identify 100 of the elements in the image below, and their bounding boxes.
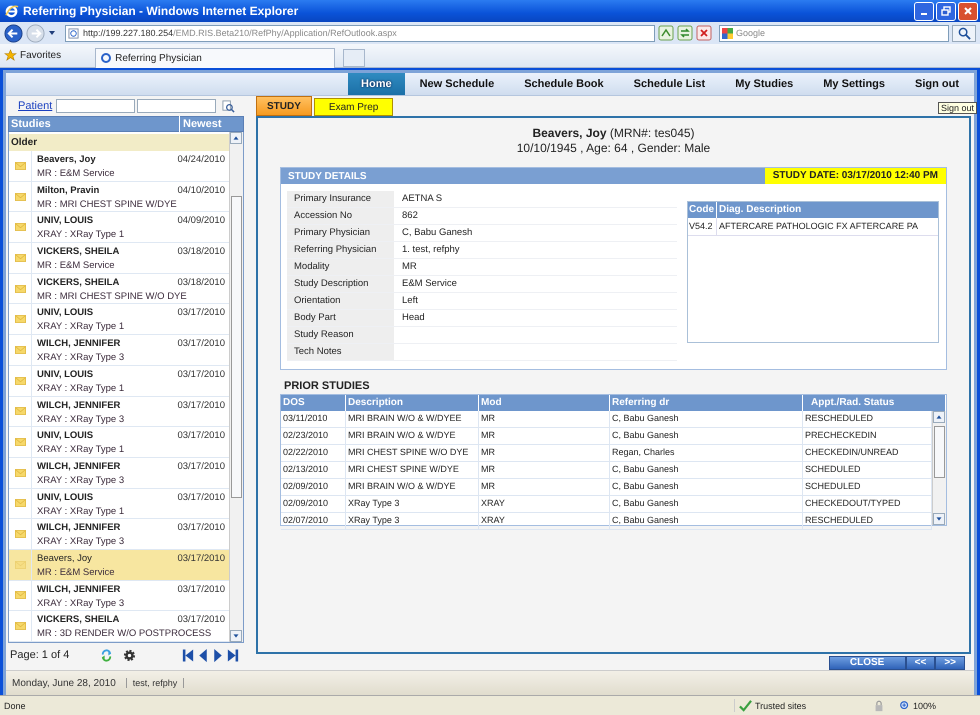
study-description: XRAY : XRay Type 3 xyxy=(37,598,126,609)
study-description: MR : 3D RENDER W/O POSTPROCESS xyxy=(37,628,212,640)
search-icon xyxy=(958,26,970,40)
column-header: Mod xyxy=(479,395,610,411)
nav-tab[interactable]: Home xyxy=(348,73,405,95)
study-description: XRAY : XRay Type 3 xyxy=(37,536,126,548)
field-label: Accession No xyxy=(287,208,394,224)
study-description: MR : E&M Service xyxy=(37,260,116,272)
patient-name: WILCH, JENNIFER xyxy=(37,522,120,534)
study-item[interactable]: UNIV, LOUIS 03/17/2010 XRAY : XRay Type 1 xyxy=(9,304,229,336)
field-value: Head xyxy=(402,312,425,323)
first-name-field[interactable] xyxy=(137,99,216,113)
stop-icon[interactable] xyxy=(696,25,712,41)
scrollbar[interactable] xyxy=(229,132,243,642)
column-header: Code xyxy=(688,202,717,218)
table-cell: 02/13/2010 xyxy=(281,462,346,478)
table-cell: 02/09/2010 xyxy=(281,479,346,495)
study-date: 03/17/2010 xyxy=(177,430,225,442)
field-value: E&M Service xyxy=(402,278,457,289)
tab[interactable]: Exam Prep xyxy=(314,98,394,116)
refresh-icon[interactable] xyxy=(677,25,693,41)
scroll-up-icon[interactable] xyxy=(933,411,945,423)
study-description: XRAY : XRay Type 3 xyxy=(37,414,126,424)
tab[interactable]: STUDY xyxy=(256,96,312,116)
study-item[interactable]: VICKERS, SHEILA 03/17/2010 MR : 3D RENDER W/O POSTPROCESS xyxy=(9,611,229,642)
study-item[interactable]: Milton, Pravin 04/10/2010 MR : MRI CHEST SPINE W/DYE xyxy=(9,182,229,212)
study-date: 03/17/2010 xyxy=(177,307,225,318)
browser-tab[interactable]: Referring Physician xyxy=(95,48,336,68)
study-item[interactable]: Beavers, Joy 04/24/2010 MR : E&M Service xyxy=(9,151,229,182)
field-label: Study Reason xyxy=(287,327,394,343)
patient-name: UNIV, LOUIS xyxy=(37,430,94,442)
next-button[interactable]: >> xyxy=(935,656,965,670)
study-item[interactable]: WILCH, JENNIFER 03/17/2010 XRAY : XRay Type 3 xyxy=(9,458,229,489)
table-cell: MR xyxy=(479,462,610,478)
last-page-icon[interactable] xyxy=(227,648,239,662)
study-item[interactable]: WILCH, JENNIFER 03/17/2010 XRAY : XRay Type 3 xyxy=(9,396,229,428)
scroll-up-icon[interactable] xyxy=(230,132,242,144)
nav-tab[interactable]: My Studies xyxy=(720,73,808,95)
previous-page-icon[interactable] xyxy=(197,648,209,662)
patient-link[interactable]: Patient xyxy=(18,100,52,112)
patient-name: WILCH, JENNIFER xyxy=(37,338,120,350)
study-description: MR : E&M Service xyxy=(37,168,116,179)
study-item[interactable]: WILCH, JENNIFER 03/17/2010 XRAY : XRay Type 3 xyxy=(9,335,229,366)
field-label: Primary Physician xyxy=(287,225,394,241)
patient-name: UNIV, LOUIS xyxy=(37,492,94,503)
table-cell: XRAY xyxy=(479,496,610,512)
next-page-icon[interactable] xyxy=(212,648,224,662)
address-field[interactable]: http://199.227.180.254/EMD.RIS.Beta210/RefPhy/Application/RefOutlook.aspx xyxy=(65,24,655,42)
study-item[interactable]: Beavers, Joy 03/17/2010 MR : E&M Service xyxy=(9,550,229,581)
nav-tab[interactable]: My Settings xyxy=(808,73,900,95)
previous-button[interactable]: << xyxy=(906,656,936,670)
nav-tab[interactable]: Sign out xyxy=(900,73,974,95)
search-icon[interactable] xyxy=(222,100,236,112)
table-cell: MRI CHEST SPINE W/DYE xyxy=(346,462,479,478)
scroll-down-icon[interactable] xyxy=(933,513,945,525)
minimize-button[interactable] xyxy=(914,2,934,20)
nav-tab[interactable]: Schedule Book xyxy=(509,73,619,95)
study-item[interactable]: UNIV, LOUIS 03/17/2010 XRAY : XRay Type 1 xyxy=(9,427,229,458)
field-label: Modality xyxy=(287,259,394,275)
restore-button[interactable] xyxy=(936,2,956,20)
search-button[interactable] xyxy=(952,24,976,42)
refresh-icon[interactable] xyxy=(100,648,113,662)
study-date: 04/10/2010 xyxy=(177,184,225,196)
table-cell: XRAY xyxy=(479,513,610,529)
zoom-button[interactable]: 100% xyxy=(898,700,936,712)
study-date: 03/17/2010 xyxy=(177,368,225,380)
table-cell: MR xyxy=(479,479,610,495)
tooltip: Sign out xyxy=(938,102,977,114)
study-description: XRAY : XRay Type 3 xyxy=(37,352,126,364)
study-date: 04/24/2010 xyxy=(177,154,225,165)
back-icon[interactable] xyxy=(4,24,23,42)
settings-icon[interactable] xyxy=(123,648,136,662)
table-cell: C, Babu Ganesh xyxy=(610,513,803,529)
field-value: C, Babu Ganesh xyxy=(402,227,472,238)
field-value: 862 xyxy=(402,210,418,221)
close-icon xyxy=(963,6,973,16)
study-item[interactable]: VICKERS, SHEILA 03/18/2010 MR : MRI CHEST SPINE W/O DYE xyxy=(9,274,229,304)
table-cell: MR xyxy=(479,411,610,427)
study-item[interactable]: UNIV, LOUIS 03/17/2010 XRAY : XRay Type 1 xyxy=(9,366,229,396)
study-item[interactable]: WILCH, JENNIFER 03/17/2010 XRAY : XRay Type 3 xyxy=(9,580,229,612)
first-page-icon[interactable] xyxy=(182,648,194,662)
dropdown-icon[interactable] xyxy=(48,29,56,37)
search-field[interactable]: Google xyxy=(719,24,949,42)
study-date: 03/18/2010 xyxy=(177,276,225,288)
table-cell: Regan, Charles xyxy=(610,445,803,461)
study-description: XRAY : XRay Type 1 xyxy=(37,229,126,240)
nav-tab[interactable]: New Schedule xyxy=(404,73,510,95)
compatibility-icon[interactable] xyxy=(658,25,674,41)
study-item[interactable]: UNIV, LOUIS 03/17/2010 XRAY : XRay Type 1 xyxy=(9,488,229,520)
nav-tab[interactable]: Schedule List xyxy=(618,73,720,95)
close-button[interactable]: CLOSE xyxy=(828,656,906,670)
scrollbar[interactable] xyxy=(932,411,946,525)
last-name-field[interactable] xyxy=(56,99,136,113)
favorites-button[interactable]: Favorites xyxy=(4,49,62,62)
field-value: Left xyxy=(402,295,418,306)
study-item[interactable]: UNIV, LOUIS 04/09/2010 XRAY : XRay Type 1 xyxy=(9,212,229,244)
study-item[interactable]: VICKERS, SHEILA 03/18/2010 MR : E&M Service xyxy=(9,243,229,274)
close-button[interactable] xyxy=(958,2,978,20)
study-date: 03/17/2010 xyxy=(177,492,225,503)
scroll-down-icon[interactable] xyxy=(230,630,242,642)
